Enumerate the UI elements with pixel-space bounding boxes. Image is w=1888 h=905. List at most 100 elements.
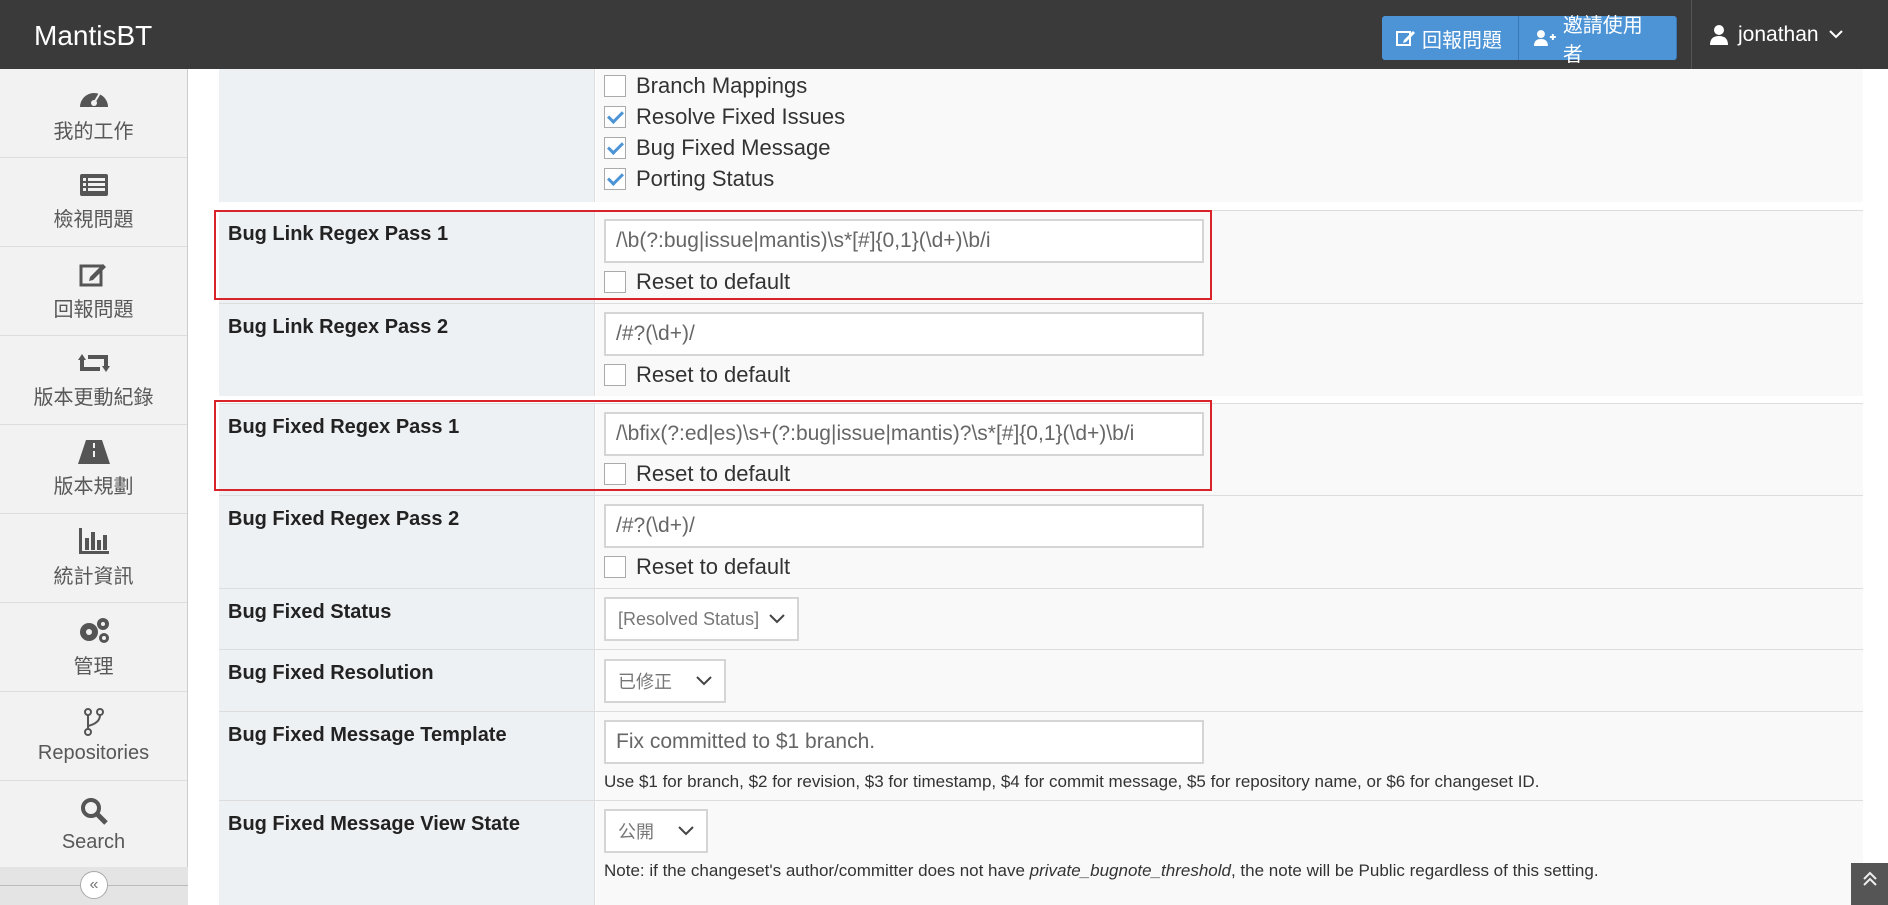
checkbox-box[interactable] xyxy=(604,106,626,128)
highlight-box-bug-fixed-regex xyxy=(214,400,1212,491)
chevron-down-icon xyxy=(678,826,694,836)
invite-user-label: 邀請使用者 xyxy=(1562,15,1643,66)
select-value: 已修正 xyxy=(618,672,672,692)
checkbox-label: Branch Mappings xyxy=(636,73,808,98)
reset-default-checkbox[interactable]: Reset to default xyxy=(604,362,790,388)
help-text-post: , the note will be Public regardless of … xyxy=(1230,861,1599,880)
scroll-to-top-button[interactable] xyxy=(1851,863,1888,905)
bug-link-regex-2-input[interactable]: /#?(\d+)/ xyxy=(604,312,1204,356)
gears-icon xyxy=(79,617,109,643)
help-text-pre: Note: if the changeset's author/committe… xyxy=(604,861,1030,880)
main-content: Branch Mappings Resolve Fixed Issues Bug… xyxy=(189,69,1888,905)
edit-icon xyxy=(1396,31,1415,46)
select-value: 公開 xyxy=(618,822,654,842)
table-row-bug-fixed-resolution: Bug Fixed Resolution 已修正 xyxy=(219,649,1863,711)
sidebar-collapse[interactable]: « xyxy=(0,867,188,905)
row-value: Fix committed to $1 branch. Use $1 for b… xyxy=(596,712,1863,800)
row-label-empty xyxy=(219,69,595,202)
sidebar-item-label: 管理 xyxy=(73,655,114,678)
view-state-select[interactable]: 公開 xyxy=(604,809,708,853)
user-icon xyxy=(1710,24,1728,45)
report-issue-button[interactable]: 回報問題 xyxy=(1382,16,1519,60)
sidebar: 我的工作 檢視問題 回報問題 版本更動紀錄 版本規劃 統計資訊 管理 Repos… xyxy=(0,69,188,905)
checkbox-label: Porting Status xyxy=(636,166,775,191)
sidebar-item-label: 版本規劃 xyxy=(53,475,134,498)
sidebar-item-search[interactable]: Search xyxy=(0,781,187,870)
list-icon xyxy=(79,173,108,196)
row-value: [Resolved Status] xyxy=(596,589,1863,649)
checkbox-label: Reset to default xyxy=(636,554,791,579)
username: jonathan xyxy=(1738,22,1819,46)
table-row-bug-fixed-status: Bug Fixed Status [Resolved Status] xyxy=(219,588,1863,649)
help-text-emphasis: private_bugnote_threshold xyxy=(1029,861,1231,880)
sidebar-item-roadmap[interactable]: 版本規劃 xyxy=(0,425,187,514)
sidebar-item-label: 版本更動紀錄 xyxy=(33,386,154,409)
checkbox-resolve-fixed-issues[interactable]: Resolve Fixed Issues xyxy=(604,104,845,130)
select-value: [Resolved Status] xyxy=(618,608,760,629)
highlight-box-bug-link-regex xyxy=(214,210,1212,300)
row-label: Bug Fixed Status xyxy=(219,589,595,649)
report-issue-label: 回報問題 xyxy=(1422,29,1502,52)
checkbox-box[interactable] xyxy=(604,556,626,578)
checkbox-label: Reset to default xyxy=(636,362,791,387)
bar-chart-icon xyxy=(78,527,109,554)
checkbox-box[interactable] xyxy=(604,137,626,159)
row-value: 已修正 xyxy=(596,650,1863,711)
row-value: /#?(\d+)/ Reset to default xyxy=(596,496,1863,588)
sidebar-item-view-issues[interactable]: 檢視問題 xyxy=(0,158,187,247)
template-help-text: Use $1 for branch, $2 for revision, $3 f… xyxy=(604,772,1540,791)
sidebar-item-changelog[interactable]: 版本更動紀錄 xyxy=(0,336,187,425)
view-state-help-text: Note: if the changeset's author/committe… xyxy=(604,861,1599,881)
sidebar-item-label: Repositories xyxy=(37,741,150,764)
checkbox-box[interactable] xyxy=(604,75,626,97)
bug-fixed-status-select[interactable]: [Resolved Status] xyxy=(604,597,800,641)
features-checkboxes: Branch Mappings Resolve Fixed Issues Bug… xyxy=(596,69,1863,202)
table-row-bug-fixed-regex-2: Bug Fixed Regex Pass 2 /#?(\d+)/ Reset t… xyxy=(219,495,1863,588)
bug-fixed-regex-2-input[interactable]: /#?(\d+)/ xyxy=(604,504,1204,548)
table-row-bug-link-regex-2: Bug Link Regex Pass 2 /#?(\d+)/ Reset to… xyxy=(219,303,1863,396)
brand-logo[interactable]: MantisBT xyxy=(34,20,152,52)
sidebar-item-label: 統計資訊 xyxy=(53,565,134,588)
checkbox-box[interactable] xyxy=(604,364,626,386)
row-label: Bug Fixed Regex Pass 2 xyxy=(219,496,595,588)
bug-fixed-resolution-select[interactable]: 已修正 xyxy=(604,659,726,703)
double-chevron-left-icon[interactable]: « xyxy=(80,871,108,899)
row-label: Bug Link Regex Pass 2 xyxy=(219,304,595,396)
chevron-down-icon xyxy=(1828,30,1843,39)
sidebar-item-repositories[interactable]: Repositories xyxy=(0,692,187,781)
sidebar-item-manage[interactable]: 管理 xyxy=(0,603,187,692)
user-menu[interactable]: jonathan xyxy=(1692,0,1888,69)
checkbox-label: Resolve Fixed Issues xyxy=(636,104,846,129)
checkbox-bug-fixed-message[interactable]: Bug Fixed Message xyxy=(604,135,830,161)
checkbox-porting-status[interactable]: Porting Status xyxy=(604,166,774,192)
table-row-features: Branch Mappings Resolve Fixed Issues Bug… xyxy=(219,69,1863,202)
checkbox-branch-mappings[interactable]: Branch Mappings xyxy=(604,73,807,99)
row-value: 公開 Note: if the changeset's author/commi… xyxy=(596,801,1863,905)
sidebar-item-report-issue[interactable]: 回報問題 xyxy=(0,247,187,336)
double-chevron-up-icon xyxy=(1862,871,1877,886)
table-row-bug-fixed-view-state: Bug Fixed Message View State 公開 Note: if… xyxy=(219,800,1863,905)
road-icon xyxy=(77,439,110,464)
retweet-icon xyxy=(77,353,110,372)
checkbox-box[interactable] xyxy=(604,168,626,190)
table-row-bug-fixed-template: Bug Fixed Message Template Fix committed… xyxy=(219,711,1863,800)
row-label: Bug Fixed Message Template xyxy=(219,712,595,800)
top-navbar: MantisBT 回報問題 邀請使用者 jonathan xyxy=(0,0,1888,69)
code-fork-icon xyxy=(83,707,104,736)
chevron-down-icon xyxy=(769,614,785,624)
invite-user-button[interactable]: 邀請使用者 xyxy=(1519,15,1677,66)
checkbox-label: Bug Fixed Message xyxy=(636,135,831,160)
sidebar-item-label: 我的工作 xyxy=(53,120,134,143)
sidebar-item-summary[interactable]: 統計資訊 xyxy=(0,514,187,603)
dashboard-icon xyxy=(79,91,108,107)
sidebar-item-label: Search xyxy=(61,830,126,853)
sidebar-item-label: 回報問題 xyxy=(53,298,134,321)
row-label: Bug Fixed Resolution xyxy=(219,650,595,711)
reset-default-checkbox[interactable]: Reset to default xyxy=(604,554,790,580)
sidebar-item-my-view[interactable]: 我的工作 xyxy=(0,69,187,158)
search-icon xyxy=(80,797,108,825)
edit-icon xyxy=(79,263,106,286)
row-label: Bug Fixed Message View State xyxy=(219,801,595,905)
bug-fixed-template-input[interactable]: Fix committed to $1 branch. xyxy=(604,720,1204,764)
chevron-down-icon xyxy=(696,676,712,686)
